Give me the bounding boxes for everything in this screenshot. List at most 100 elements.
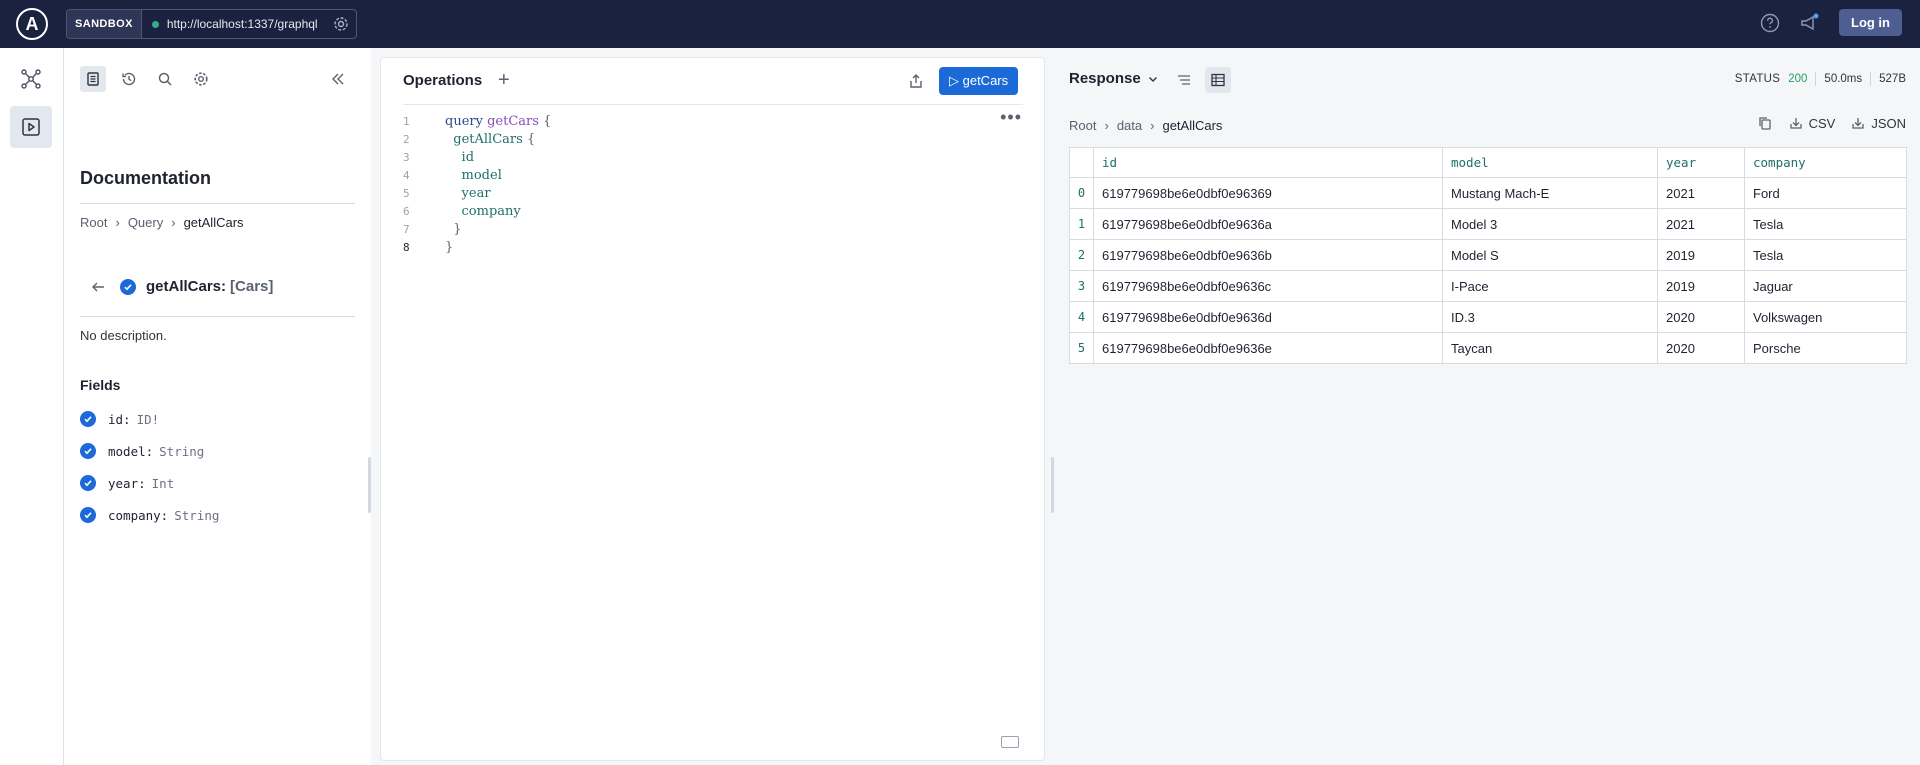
field-check-icon[interactable] [80,443,96,459]
list-lines-icon [1176,72,1192,88]
table-row: 0 619779698be6e0dbf0e96369 Mustang Mach-… [1069,177,1907,209]
field-item-name: company: [108,507,169,523]
endpoint-url[interactable]: http://localhost:1337/graphql [159,17,326,31]
settings-tab-button[interactable] [188,66,214,92]
row-index: 1 [1069,208,1094,240]
operations-panel: Operations + ▷ getCars 1 query getCars { … [380,57,1045,761]
cell-year[interactable]: 2021 [1657,177,1745,209]
collapse-panel-icon[interactable] [326,67,350,91]
code-operation-name: getCars [487,113,539,129]
cell-model[interactable]: Mustang Mach-E [1442,177,1658,209]
download-json-button[interactable]: JSON [1851,116,1906,131]
keyboard-shortcuts-icon[interactable] [1001,736,1019,748]
apollo-logo[interactable]: A [16,8,48,40]
new-tab-plus-icon[interactable]: + [498,70,510,90]
help-circle-icon[interactable] [1759,12,1781,34]
field-item-company[interactable]: company: String [80,507,219,523]
field-type[interactable]: [Cars] [230,278,273,295]
chevron-right-icon: › [115,215,120,230]
cell-company[interactable]: Porsche [1744,332,1907,364]
ops-resize-handle[interactable] [1051,457,1054,513]
selected-field-header: getAllCars: [Cars] [80,278,273,295]
column-header-year[interactable]: year [1657,147,1745,178]
search-tab-button[interactable] [152,66,178,92]
chevron-right-icon: › [171,215,176,230]
documentation-icon [85,71,101,87]
endpoint-selector[interactable]: SANDBOX http://localhost:1337/graphql [66,9,357,39]
download-csv-button[interactable]: CSV [1789,116,1835,131]
field-item-model[interactable]: model: String [80,443,204,459]
chevron-down-icon [1147,73,1159,85]
cell-model[interactable]: I-Pace [1442,270,1658,302]
login-button[interactable]: Log in [1839,9,1902,36]
cell-model[interactable]: ID.3 [1442,301,1658,333]
cell-model[interactable]: Model S [1442,239,1658,271]
field-item-type: String [159,443,205,459]
run-operation-button[interactable]: ▷ getCars [939,67,1019,95]
code-field: year [461,185,491,201]
explorer-nav-button[interactable] [10,106,52,148]
breadcrumb-root[interactable]: Root [80,215,107,230]
field-description: No description. [80,328,167,343]
cell-year[interactable]: 2021 [1657,208,1745,240]
cell-company[interactable]: Volkswagen [1744,301,1907,333]
copy-icon[interactable] [1757,115,1773,131]
cell-id[interactable]: 619779698be6e0dbf0e9636d [1093,301,1443,333]
cell-year[interactable]: 2020 [1657,301,1745,333]
cell-year[interactable]: 2019 [1657,239,1745,271]
breadcrumb-root[interactable]: Root [1069,118,1096,133]
line-number: 7 [403,222,410,236]
announcement-megaphone-icon[interactable] [1799,12,1821,34]
cell-id[interactable]: 619779698be6e0dbf0e9636e [1093,332,1443,364]
response-table-view-button[interactable] [1205,67,1231,93]
cell-id[interactable]: 619779698be6e0dbf0e9636b [1093,239,1443,271]
field-check-icon[interactable] [80,507,96,523]
column-header-company[interactable]: company [1744,147,1907,178]
endpoint-settings-icon[interactable] [326,10,356,38]
field-check-icon[interactable] [80,475,96,491]
row-index: 0 [1069,177,1094,209]
back-arrow-icon[interactable] [90,279,106,295]
field-check-icon[interactable] [80,411,96,427]
cell-id[interactable]: 619779698be6e0dbf0e9636c [1093,270,1443,302]
cell-model[interactable]: Taycan [1442,332,1658,364]
response-title: Response [1069,70,1141,87]
field-item-year[interactable]: year: Int [80,475,174,491]
breadcrumb-query[interactable]: Query [128,215,163,230]
response-breadcrumb: Root › data › getAllCars [1069,118,1222,133]
cell-company[interactable]: Tesla [1744,239,1907,271]
table-row: 4 619779698be6e0dbf0e9636d ID.3 2020 Vol… [1069,301,1907,333]
connection-status-dot [151,20,159,28]
cell-year[interactable]: 2019 [1657,270,1745,302]
cell-company[interactable]: Jaguar [1744,270,1907,302]
cell-year[interactable]: 2020 [1657,332,1745,364]
more-options-icon[interactable]: ••• [1000,108,1022,126]
explorer-play-icon [20,116,42,138]
breadcrumb-data[interactable]: data [1117,118,1142,133]
doc-breadcrumb: Root › Query › getAllCars [80,215,244,230]
column-header-model[interactable]: model [1442,147,1658,178]
history-tab-button[interactable] [116,66,142,92]
column-header-id[interactable]: id [1093,147,1443,178]
response-view-selector[interactable]: Response [1069,70,1159,87]
schema-nav-button[interactable] [10,58,52,100]
query-editor[interactable]: 1 query getCars { 2 getAllCars { 3 id 4 m… [403,112,551,256]
line-number: 5 [403,186,410,200]
cell-model[interactable]: Model 3 [1442,208,1658,240]
response-status-bar: STATUS 200 50.0ms 527B [1735,72,1906,86]
field-item-id[interactable]: id: ID! [80,411,159,427]
code-brace: } [453,221,462,237]
response-time: 50.0ms [1824,73,1863,85]
field-selected-check-icon[interactable] [120,278,136,295]
cell-id[interactable]: 619779698be6e0dbf0e9636a [1093,208,1443,240]
divider [80,316,355,317]
share-upload-icon[interactable] [905,70,927,92]
table-row: 1 619779698be6e0dbf0e9636a Model 3 2021 … [1069,208,1907,240]
cell-id[interactable]: 619779698be6e0dbf0e96369 [1093,177,1443,209]
cell-company[interactable]: Tesla [1744,208,1907,240]
cell-company[interactable]: Ford [1744,177,1907,209]
docs-resize-handle[interactable] [368,457,371,513]
documentation-tab-button[interactable] [80,66,106,92]
response-table: id model year company 0 619779698be6e0db… [1069,147,1907,364]
response-tree-view-button[interactable] [1171,67,1197,93]
